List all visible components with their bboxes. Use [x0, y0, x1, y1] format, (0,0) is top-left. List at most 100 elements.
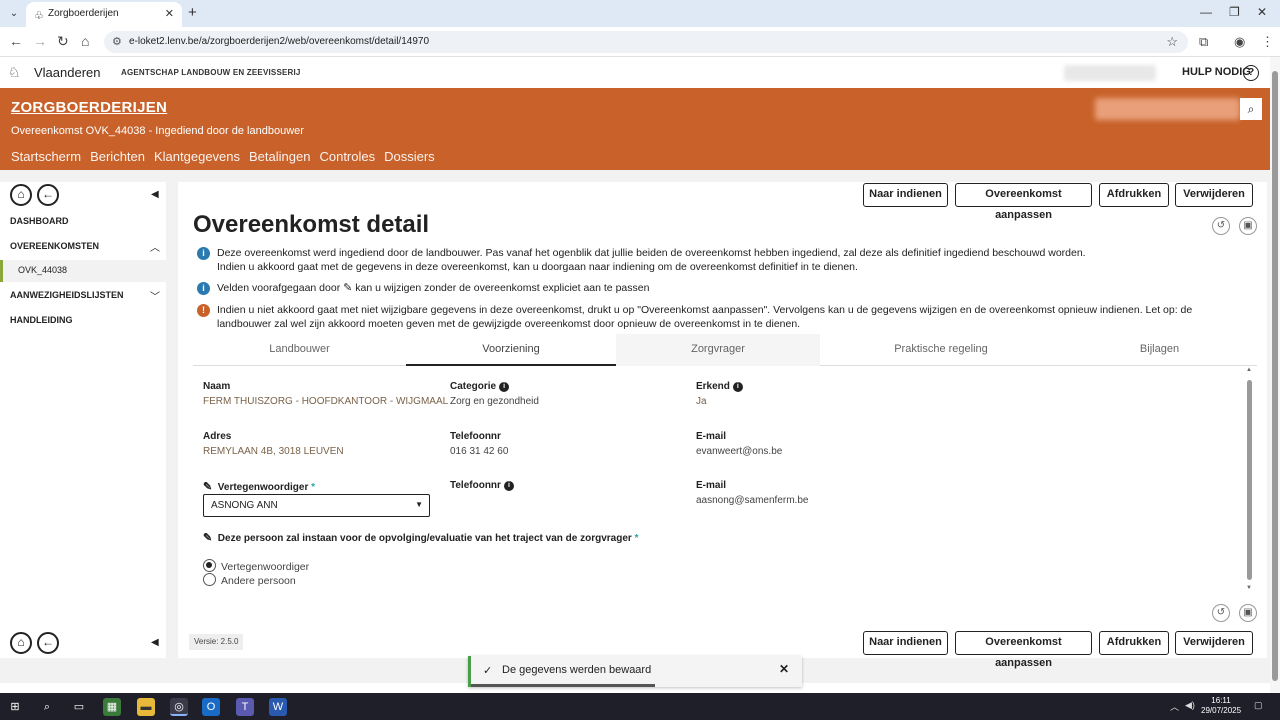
home-icon[interactable]: ⌂ [10, 632, 32, 654]
tab-zorgvrager[interactable]: Zorgvrager [616, 334, 820, 366]
save-icon[interactable]: ▣ [1239, 604, 1257, 622]
pencil-icon: ✎ [343, 282, 353, 294]
info-message-1: i Deze overeenkomst werd ingediend door … [197, 246, 1247, 274]
nav-dossiers[interactable]: Dossiers [384, 149, 435, 164]
word-icon[interactable]: W [269, 698, 287, 716]
sidebar-item-handleiding[interactable]: HANDLEIDING [10, 315, 73, 325]
nav-betalingen[interactable]: Betalingen [249, 149, 310, 164]
search-icon[interactable]: ⌕ [38, 698, 56, 716]
task-view-icon[interactable]: ▭ [70, 698, 88, 716]
nav-startscherm[interactable]: Startscherm [11, 149, 81, 164]
volume-icon[interactable]: ◀) [1185, 700, 1195, 711]
browser-tab[interactable]: ♧ Zorgboerderijen ✕ [26, 2, 182, 27]
main-nav: Startscherm Berichten Klantgegevens Beta… [11, 149, 435, 164]
minimize-icon[interactable]: — [1200, 5, 1212, 19]
radio-unchecked-icon[interactable] [203, 573, 216, 586]
clock[interactable]: 16:11 29/07/2025 [1201, 696, 1241, 716]
tab-bijlagen[interactable]: Bijlagen [1062, 334, 1257, 366]
browser-menu-icon[interactable]: ⋮ [1261, 34, 1274, 50]
home-icon[interactable]: ⌂ [81, 33, 89, 49]
collapse-sidebar-icon[interactable]: ◀ [151, 637, 159, 648]
back-icon[interactable]: ← [9, 33, 23, 49]
delete-button[interactable]: Verwijderen [1175, 631, 1253, 655]
info-text-2b: kan u wijzigen zonder de overeenkomst ex… [355, 282, 650, 294]
radio-andere-persoon[interactable]: Andere persoon [203, 573, 296, 587]
windows-start-icon[interactable]: ⊞ [6, 698, 24, 716]
radio-vertegenwoordiger[interactable]: Vertegenwoordiger [203, 559, 309, 573]
chevron-up-icon[interactable]: ︿ [150, 239, 160, 254]
chevron-down-icon[interactable]: ﹀ [150, 288, 160, 303]
restore-icon[interactable]: ❐ [1229, 5, 1240, 19]
home-icon[interactable]: ⌂ [10, 184, 32, 206]
url-text: e-loket2.lenv.be/a/zorgboerderijen2/web/… [129, 36, 430, 47]
submit-button[interactable]: Naar indienen [863, 183, 948, 207]
print-button[interactable]: Afdrukken [1099, 631, 1169, 655]
vlaanderen-lion-icon[interactable]: ♘ [8, 64, 21, 81]
profile-icon[interactable]: ◉ [1234, 34, 1245, 50]
undo-icon[interactable]: ↺ [1212, 604, 1230, 622]
tray-chevron-icon[interactable]: ︿ [1170, 700, 1179, 713]
app-brand[interactable]: ZORGBOERDERIJEN [11, 99, 167, 116]
print-button[interactable]: Afdrukken [1099, 183, 1169, 207]
close-window-icon[interactable]: ✕ [1257, 5, 1267, 19]
bookmark-star-icon[interactable]: ☆ [1166, 34, 1178, 50]
url-input[interactable]: ⚙ e-loket2.lenv.be/a/zorgboerderijen2/we… [104, 31, 1188, 53]
outlook-icon[interactable]: O [202, 698, 220, 716]
clock-time: 16:11 [1211, 696, 1231, 705]
sidebar-item-dashboard[interactable]: DASHBOARD [10, 216, 69, 226]
reload-icon[interactable]: ↻ [57, 33, 69, 50]
search-input-blurred[interactable] [1095, 98, 1240, 120]
back-arrow-icon[interactable]: ← [37, 632, 59, 654]
vertegenwoordiger-label: ✎ Vertegenwoordiger * [203, 480, 315, 493]
success-toast: ✓ De gegevens werden bewaard ✕ [468, 656, 802, 687]
submit-button[interactable]: Naar indienen [863, 631, 948, 655]
scroll-down-icon[interactable]: ▼ [1246, 585, 1252, 591]
sidebar-item-overeenkomsten[interactable]: OVEREENKOMSTEN [10, 241, 99, 251]
tab-praktische-regeling[interactable]: Praktische regeling [820, 334, 1062, 366]
radio-vertegenwoordiger-label: Vertegenwoordiger [221, 561, 310, 573]
erkend-label-text: Erkend [696, 381, 730, 392]
forward-icon[interactable]: → [33, 33, 47, 49]
telefoon2-label: Telefoonnr i [450, 480, 514, 491]
search-icon[interactable]: ⌕ [1240, 98, 1262, 120]
save-icon[interactable]: ▣ [1239, 217, 1257, 235]
new-tab-icon[interactable]: + [188, 4, 197, 21]
nav-berichten[interactable]: Berichten [90, 149, 145, 164]
info-icon[interactable]: i [503, 481, 514, 491]
app-icon[interactable]: ▦ [103, 698, 121, 716]
info-icon[interactable]: i [732, 382, 743, 392]
edit-agreement-button[interactable]: Overeenkomst aanpassen [955, 183, 1092, 221]
chrome-icon[interactable]: ◎ [170, 698, 188, 716]
vertegenwoordiger-select[interactable]: ASNONG ANN ▼ [203, 494, 430, 517]
gov-name[interactable]: Vlaanderen [34, 65, 101, 80]
delete-button[interactable]: Verwijderen [1175, 183, 1253, 207]
edit-agreement-button[interactable]: Overeenkomst aanpassen [955, 631, 1092, 669]
form-scrollbar[interactable]: ▲ ▼ [1246, 367, 1253, 594]
tab-voorziening[interactable]: Voorziening [406, 334, 616, 366]
radio-checked-icon[interactable] [203, 559, 216, 572]
notifications-icon[interactable]: ▢ [1254, 700, 1263, 711]
nav-klantgegevens[interactable]: Klantgegevens [154, 149, 240, 164]
nav-controles[interactable]: Controles [319, 149, 375, 164]
extensions-icon[interactable]: ⧉ [1199, 34, 1208, 50]
site-info-icon[interactable]: ⚙ [112, 35, 122, 48]
tab-landbouwer[interactable]: Landbouwer [193, 334, 406, 366]
page-scrollbar-thumb[interactable] [1272, 71, 1278, 681]
sidebar-subitem-agreement[interactable]: OVK_44038 [0, 260, 166, 282]
form-scrollbar-thumb[interactable] [1247, 380, 1252, 580]
undo-icon[interactable]: ↺ [1212, 217, 1230, 235]
scroll-up-icon[interactable]: ▲ [1246, 367, 1252, 373]
close-tab-icon[interactable]: ✕ [165, 7, 174, 20]
back-arrow-icon[interactable]: ← [37, 184, 59, 206]
help-link[interactable]: HULP NODIG [1182, 66, 1251, 78]
teams-icon[interactable]: T [236, 698, 254, 716]
sidebar-item-aanwezigheidslijsten[interactable]: AANWEZIGHEIDSLIJSTEN [10, 290, 124, 300]
help-icon[interactable]: ? [1243, 65, 1259, 81]
info-icon[interactable]: i [499, 382, 510, 392]
page-scrollbar[interactable] [1270, 57, 1280, 693]
tab-list-icon[interactable]: ⌄ [6, 6, 22, 22]
collapse-sidebar-icon[interactable]: ◀ [151, 189, 159, 200]
info-text-1a: Deze overeenkomst werd ingediend door de… [217, 247, 1086, 259]
file-explorer-icon[interactable]: ▬ [137, 698, 155, 716]
close-toast-icon[interactable]: ✕ [779, 662, 789, 676]
